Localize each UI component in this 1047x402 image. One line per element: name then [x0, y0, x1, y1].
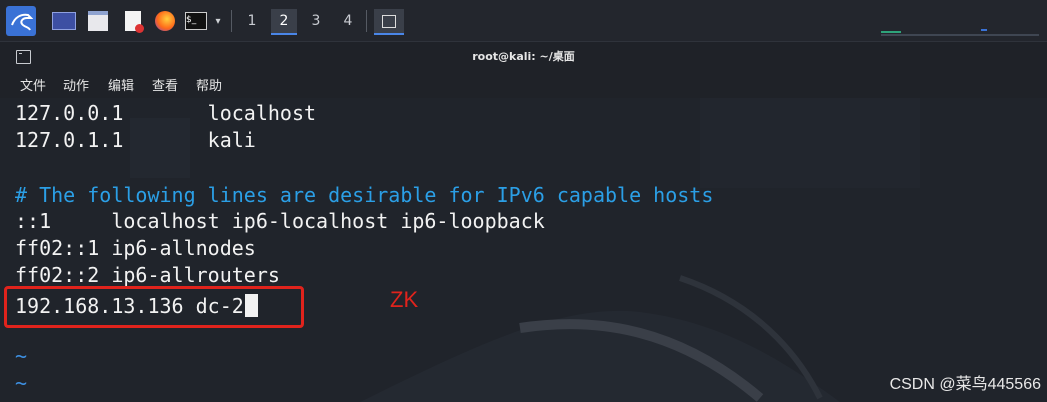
text-editor-icon[interactable] — [120, 7, 146, 35]
window-title: root@kali: ~/桌面 — [472, 50, 575, 63]
launcher-dropdown-icon[interactable]: ▾ — [211, 7, 225, 35]
terminal-line: ff02::1 ip6-allnodes — [15, 236, 256, 260]
file-manager-icon[interactable] — [85, 7, 111, 35]
terminal-line: 127.0.1.1 kali — [15, 128, 256, 152]
terminal-titlebar: root@kali: ~/桌面 — [0, 42, 1047, 70]
taskbar-separator — [366, 10, 367, 32]
terminal-line: ff02::2 ip6-allrouters — [15, 263, 280, 287]
terminal-line: ::1 localhost ip6-localhost ip6-loopback — [15, 209, 545, 233]
firefox-icon[interactable] — [152, 7, 178, 35]
cpu-graph-applet — [861, 2, 1041, 38]
empty-line-marker: ~ — [15, 344, 28, 368]
menu-view[interactable]: 查看 — [152, 75, 178, 94]
empty-line-marker: ~ — [15, 371, 28, 395]
terminal-window-button[interactable] — [374, 9, 404, 35]
highlight-box — [4, 286, 304, 328]
terminal-launcher-icon[interactable]: $_ — [183, 7, 209, 35]
csdn-watermark: CSDN @菜鸟445566 — [889, 376, 1041, 393]
system-taskbar: $_ ▾ 1 2 3 4 — [0, 0, 1047, 42]
workspace-2[interactable]: 2 — [271, 9, 297, 35]
terminal-body[interactable]: 127.0.0.1 localhost 127.0.1.1 kali # The… — [0, 98, 1047, 402]
show-desktop-icon[interactable] — [50, 7, 78, 35]
menu-help[interactable]: 帮助 — [196, 75, 222, 94]
terminal-line: 127.0.0.1 localhost — [15, 101, 317, 125]
menu-file[interactable]: 文件 — [20, 75, 46, 94]
annotation-label: ZK — [390, 287, 419, 312]
terminal-comment-line: # The following lines are desirable for … — [15, 183, 714, 207]
menu-edit[interactable]: 编辑 — [108, 75, 134, 94]
taskbar-separator — [231, 10, 232, 32]
menu-actions[interactable]: 动作 — [63, 75, 89, 94]
kali-menu-icon[interactable] — [6, 6, 36, 36]
workspace-3[interactable]: 3 — [303, 9, 329, 33]
workspace-1[interactable]: 1 — [239, 9, 265, 33]
workspace-4[interactable]: 4 — [335, 9, 361, 33]
terminal-menubar: 文件 动作 编辑 查看 帮助 — [0, 70, 1047, 98]
